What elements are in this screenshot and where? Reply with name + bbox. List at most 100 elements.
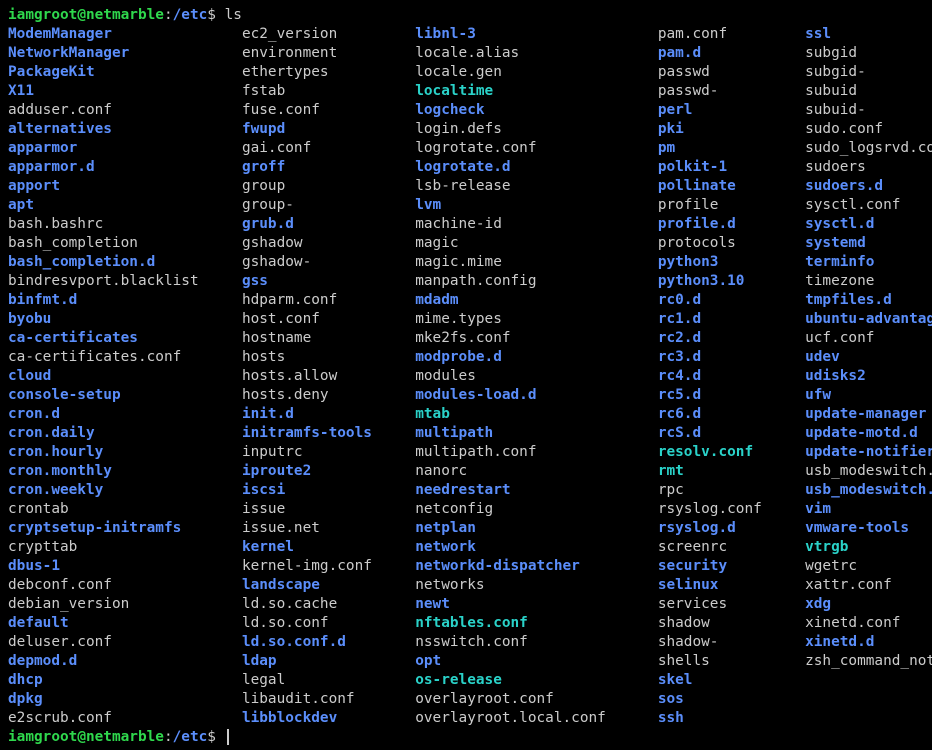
ls-entry: groff	[242, 158, 415, 177]
ls-row: bindresvport.blacklist gss manpath.confi…	[8, 272, 924, 291]
ls-entry: timezone	[805, 272, 874, 291]
ls-entry: issue.net	[242, 519, 415, 538]
command-text: ls	[225, 7, 242, 23]
prompt-line-2[interactable]: iamgroot@netmarble:/etc$	[8, 728, 924, 747]
ls-entry: cloud	[8, 367, 242, 386]
ls-entry: ufw	[805, 386, 831, 405]
ls-entry: ld.so.conf.d	[242, 633, 415, 652]
ls-entry: issue	[242, 500, 415, 519]
ls-entry: skel	[658, 671, 805, 690]
prompt-at: @	[77, 7, 86, 23]
ls-entry: iproute2	[242, 462, 415, 481]
ls-entry: ssh	[658, 709, 805, 728]
ls-entry: modprobe.d	[415, 348, 658, 367]
ls-row: ca-certificates.conf hosts modprobe.d rc…	[8, 348, 924, 367]
ls-row: PackageKit ethertypes locale.gen passwd …	[8, 63, 924, 82]
ls-entry: nsswitch.conf	[415, 633, 658, 652]
ls-entry: default	[8, 614, 242, 633]
ls-row: default ld.so.conf nftables.conf shadow …	[8, 614, 924, 633]
ls-entry: services	[658, 595, 805, 614]
ls-entry: opt	[415, 652, 658, 671]
terminal[interactable]: iamgroot@netmarble:/etc$ ls ModemManager…	[0, 0, 932, 750]
ls-entry: kernel	[242, 538, 415, 557]
ls-entry: networkd-dispatcher	[415, 557, 658, 576]
ls-entry: debconf.conf	[8, 576, 242, 595]
ls-row: dpkg libaudit.conf overlayroot.conf sos	[8, 690, 924, 709]
ls-row: cron.hourly inputrc multipath.conf resol…	[8, 443, 924, 462]
ls-row: cron.weekly iscsi needrestart rpc usb_mo…	[8, 481, 924, 500]
ls-row: X11 fstab localtime passwd- subuid	[8, 82, 924, 101]
ls-entry: rcS.d	[658, 424, 805, 443]
ls-entry: console-setup	[8, 386, 242, 405]
ls-entry: rc5.d	[658, 386, 805, 405]
prompt-colon: :	[164, 7, 173, 23]
ls-entry: sysctl.d	[805, 215, 874, 234]
ls-entry: sudoers.d	[805, 177, 883, 196]
ls-entry: logrotate.d	[415, 158, 658, 177]
ls-entry: python3	[658, 253, 805, 272]
ls-entry: lvm	[415, 196, 658, 215]
ls-entry: hosts.allow	[242, 367, 415, 386]
ls-entry: inputrc	[242, 443, 415, 462]
ls-entry: xinetd.conf	[805, 614, 900, 633]
ls-entry: network	[415, 538, 658, 557]
ls-entry: udev	[805, 348, 840, 367]
ls-entry: overlayroot.local.conf	[415, 709, 658, 728]
ls-row: depmod.d ldap opt shells zsh_command_not…	[8, 652, 924, 671]
ls-row: debian_version ld.so.cache newt services…	[8, 595, 924, 614]
ls-entry: cron.d	[8, 405, 242, 424]
ls-row: crontab issue netconfig rsyslog.conf vim	[8, 500, 924, 519]
ls-entry: ucf.conf	[805, 329, 874, 348]
ls-entry: overlayroot.conf	[415, 690, 658, 709]
ls-entry: apparmor	[8, 139, 242, 158]
ls-entry: apt	[8, 196, 242, 215]
ls-entry: PackageKit	[8, 63, 242, 82]
ls-entry: hosts.deny	[242, 386, 415, 405]
ls-entry: init.d	[242, 405, 415, 424]
ls-entry: ubuntu-advantage	[805, 310, 932, 329]
ls-entry: kernel-img.conf	[242, 557, 415, 576]
prompt-colon-2: :	[164, 729, 173, 745]
ls-entry: bash_completion	[8, 234, 242, 253]
ls-entry: grub.d	[242, 215, 415, 234]
prompt-dollar-2: $	[207, 729, 224, 745]
ls-entry: localtime	[415, 82, 658, 101]
ls-entry: binfmt.d	[8, 291, 242, 310]
ls-entry: locale.gen	[415, 63, 658, 82]
ls-entry: update-manager	[805, 405, 926, 424]
ls-entry: wgetrc	[805, 557, 857, 576]
ls-entry: apport	[8, 177, 242, 196]
ls-entry: tmpfiles.d	[805, 291, 892, 310]
ls-row: cloud hosts.allow modules rc4.d udisks2	[8, 367, 924, 386]
ls-entry: gshadow	[242, 234, 415, 253]
ls-entry: depmod.d	[8, 652, 242, 671]
ls-entry: fwupd	[242, 120, 415, 139]
ls-entry: perl	[658, 101, 805, 120]
ls-entry: ca-certificates	[8, 329, 242, 348]
ls-entry: cryptsetup-initramfs	[8, 519, 242, 538]
ls-entry: passwd-	[658, 82, 805, 101]
ls-row: dhcp legal os-release skel	[8, 671, 924, 690]
ls-row: cron.daily initramfs-tools multipath rcS…	[8, 424, 924, 443]
ls-entry: alternatives	[8, 120, 242, 139]
ls-entry: rc0.d	[658, 291, 805, 310]
ls-entry: landscape	[242, 576, 415, 595]
ls-entry: mime.types	[415, 310, 658, 329]
ls-entry: multipath	[415, 424, 658, 443]
ls-entry: e2scrub.conf	[8, 709, 242, 728]
cursor[interactable]	[227, 729, 229, 745]
ls-row: apport group lsb-release pollinate sudoe…	[8, 177, 924, 196]
ls-entry: terminfo	[805, 253, 874, 272]
ls-entry: passwd	[658, 63, 805, 82]
ls-entry: apparmor.d	[8, 158, 242, 177]
ls-entry: shadow-	[658, 633, 805, 652]
ls-entry: ld.so.cache	[242, 595, 415, 614]
ls-entry: dbus-1	[8, 557, 242, 576]
ls-entry: libnl-3	[415, 25, 658, 44]
ls-row: cron.d init.d mtab rc6.d update-manager	[8, 405, 924, 424]
ls-entry: multipath.conf	[415, 443, 658, 462]
ls-entry: sudoers	[805, 158, 866, 177]
ls-entry: legal	[242, 671, 415, 690]
ls-entry: sudo_logsrvd.conf	[805, 139, 932, 158]
ls-entry: adduser.conf	[8, 101, 242, 120]
